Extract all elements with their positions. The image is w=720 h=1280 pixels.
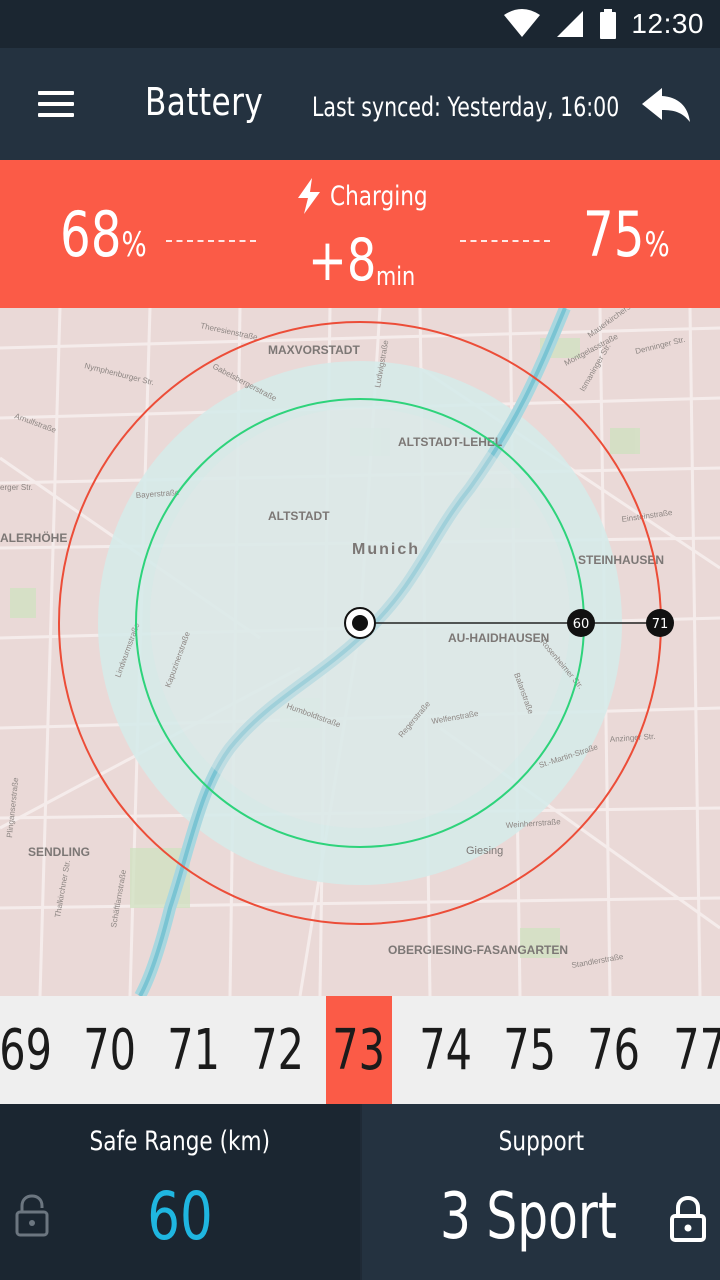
map-label-obergiesing: OBERGIESING-FASANGARTEN <box>388 943 568 957</box>
charging-status: Charging <box>296 178 452 214</box>
map-label-maxvorstadt: MAXVORSTADT <box>268 343 360 357</box>
safe-range-lock-button[interactable] <box>14 1194 50 1243</box>
status-bar: 12:30 <box>0 0 720 48</box>
range-option[interactable]: 75 <box>496 996 564 1104</box>
safe-range-title: Safe Range (km) <box>89 1126 271 1157</box>
range-option[interactable]: 71 <box>160 996 228 1104</box>
map-label-sendling: SENDLING <box>28 845 90 859</box>
status-time: 12:30 <box>631 8 704 39</box>
target-charge: 75% <box>583 198 694 271</box>
map-label-alerhohe: ALERHÖHE <box>0 530 67 545</box>
support-lock-button[interactable] <box>668 1195 708 1247</box>
divider-dash-right <box>460 240 550 242</box>
wifi-icon <box>503 9 541 39</box>
back-icon <box>642 88 690 122</box>
current-charge-value: 68 <box>60 198 122 271</box>
range-option-selected[interactable]: 73 <box>326 996 392 1104</box>
range-option[interactable]: 70 <box>76 996 144 1104</box>
range-option[interactable]: 76 <box>580 996 648 1104</box>
map-label-au-haidhausen: AU-HAIDHAUSEN <box>448 631 549 645</box>
current-charge-unit: % <box>121 225 147 265</box>
range-selector[interactable]: 69 70 71 72 73 74 75 76 77 <box>0 996 720 1104</box>
time-delta-value: +8 <box>308 226 377 294</box>
max-range-marker-label: 71 <box>652 617 669 632</box>
map-label-munich: Munich <box>352 541 420 558</box>
menu-icon-bar <box>38 113 74 117</box>
target-charge-unit: % <box>644 225 670 265</box>
range-option[interactable]: 72 <box>244 996 312 1104</box>
safe-range-marker: 60 <box>567 609 595 637</box>
menu-button[interactable] <box>30 82 82 126</box>
signal-icon <box>555 9 585 39</box>
lock-icon <box>670 1195 706 1242</box>
safe-range-panel[interactable]: Safe Range (km) 60 <box>0 1104 360 1280</box>
map-label-steinhausen: STEINHAUSEN <box>578 553 664 567</box>
map-label-giesing: Giesing <box>466 845 503 857</box>
app-bar: Battery Last synced: Yesterday, 16:00 <box>0 48 720 160</box>
target-charge-value: 75 <box>583 198 645 271</box>
map-label-altstadt: ALTSTADT <box>268 509 330 523</box>
safe-range-value: 60 <box>147 1178 213 1255</box>
divider-dash-left <box>166 240 256 242</box>
safe-range-marker-label: 60 <box>573 617 590 632</box>
location-marker-icon <box>344 607 376 639</box>
lock-icon <box>15 1194 49 1237</box>
current-charge: 68% <box>60 198 171 271</box>
menu-icon-bar <box>38 91 74 95</box>
support-title: Support <box>498 1126 584 1157</box>
street-label: erger Str. <box>0 483 33 492</box>
last-synced-text: Last synced: Yesterday, 16:00 <box>312 92 620 123</box>
charging-label: Charging <box>330 180 428 212</box>
map-canvas: MAXVORSTADT ALTSTADT-LEHEL ALTSTADT Muni… <box>0 308 720 996</box>
time-delta-unit: min <box>376 262 416 292</box>
range-option[interactable]: 69 <box>0 996 60 1104</box>
range-option[interactable]: 77 <box>664 996 720 1104</box>
menu-icon-bar <box>38 102 74 106</box>
range-map[interactable]: MAXVORSTADT ALTSTADT-LEHEL ALTSTADT Muni… <box>0 308 720 996</box>
battery-icon <box>599 9 617 39</box>
charge-time-delta: +8 min <box>308 226 415 294</box>
support-value: 3 Sport <box>440 1180 617 1254</box>
back-button[interactable] <box>636 82 696 126</box>
page-title: Battery <box>145 80 264 124</box>
max-range-marker: 71 <box>646 609 674 637</box>
range-option[interactable]: 74 <box>412 996 480 1104</box>
lightning-icon <box>298 178 320 214</box>
